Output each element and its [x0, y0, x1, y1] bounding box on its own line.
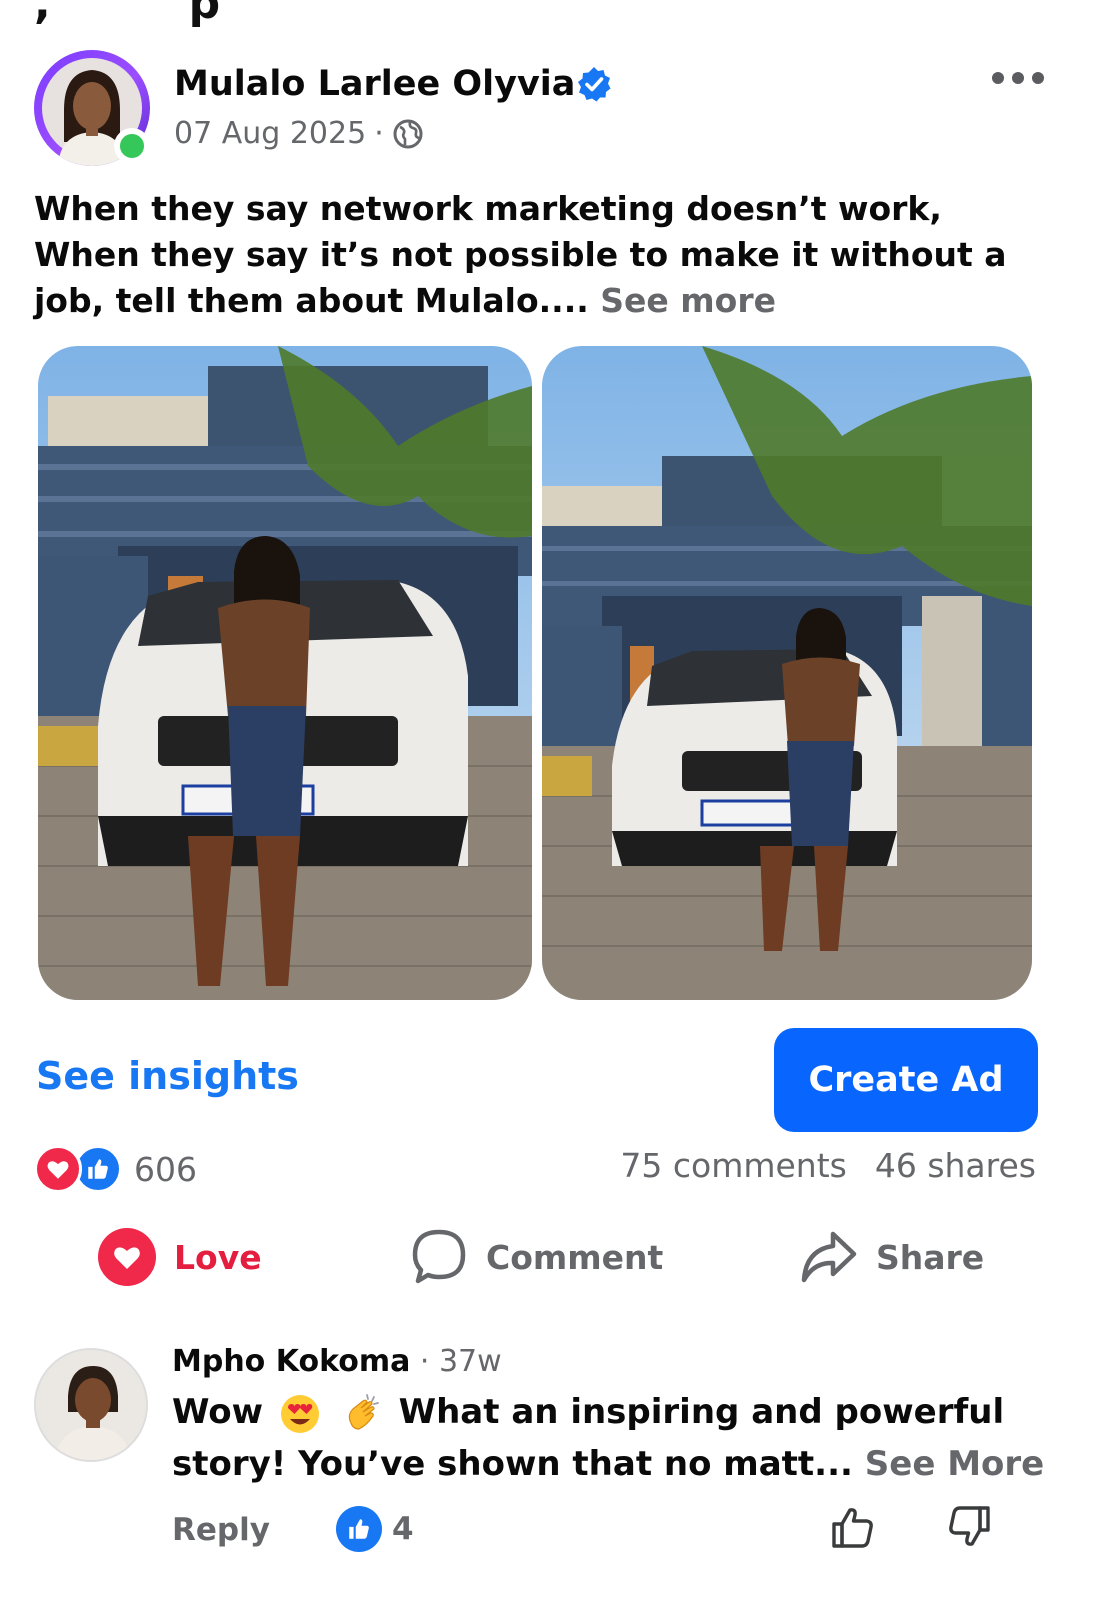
post-header: Mulalo Larlee Olyvia 07 Aug 2025 ·	[34, 50, 1044, 170]
comment-likes[interactable]: 4	[336, 1506, 414, 1552]
post-photo-2[interactable]	[542, 346, 1032, 1000]
shares-count[interactable]: 46 shares	[875, 1146, 1036, 1185]
comments-count[interactable]: 75 comments	[620, 1146, 846, 1185]
reactions-summary[interactable]: 606	[34, 1144, 197, 1194]
online-status-dot	[114, 128, 150, 164]
share-icon	[801, 1231, 857, 1283]
post-date[interactable]: 07 Aug 2025	[174, 116, 366, 151]
love-button[interactable]: Love	[98, 1224, 262, 1290]
see-insights-link[interactable]: See insights	[36, 1054, 299, 1098]
globe-icon	[393, 119, 423, 148]
commenter-avatar[interactable]	[34, 1348, 148, 1462]
comment-icon	[412, 1229, 466, 1284]
comment-button[interactable]: Comment	[410, 1224, 663, 1290]
post-text-line-end: job, tell them about Mulalo....	[34, 281, 601, 320]
verified-badge-icon	[578, 67, 611, 102]
comment-text-continued: What an inspiring and powerful	[398, 1392, 1005, 1432]
comment-item: Mpho Kokoma · 37w Wow What an inspiring …	[34, 1344, 1044, 1574]
post-body-text: When they say network marketing doesn’t …	[34, 186, 1044, 324]
reactions-count: 606	[134, 1149, 197, 1189]
author-name[interactable]: Mulalo Larlee Olyvia	[174, 64, 575, 104]
share-button[interactable]: Share	[800, 1224, 984, 1290]
comment-time[interactable]: · 37w	[410, 1344, 502, 1379]
reply-button[interactable]: Reply	[172, 1512, 270, 1548]
comment-text-start: Wow	[172, 1392, 264, 1432]
post-photo-1[interactable]	[38, 346, 532, 1000]
post-text-line: job, tell them about Mulalo.... See more	[34, 278, 1044, 324]
previous-content-fragment: , p	[34, 0, 221, 29]
author-avatar[interactable]	[34, 50, 150, 166]
post-action-bar: Love Comment Share	[0, 1224, 1094, 1290]
post-text-line: When they say network marketing doesn’t …	[34, 189, 942, 228]
create-ad-button[interactable]: Create Ad	[774, 1028, 1038, 1132]
meta-separator: ·	[374, 116, 384, 151]
post-text-line: When they say it’s not possible to make …	[34, 235, 1007, 274]
comment-like-count: 4	[392, 1511, 414, 1547]
comment-text-line2: story! You’ve shown that no matt...	[172, 1444, 865, 1484]
thumb-up-icon[interactable]	[830, 1504, 876, 1550]
more-options-icon[interactable]	[992, 68, 1044, 88]
comment-text: Wow What an inspiring and powerful story…	[172, 1386, 1044, 1490]
comment-header: Mpho Kokoma · 37w	[172, 1344, 502, 1379]
see-more-link[interactable]: See more	[600, 281, 776, 320]
love-label: Love	[174, 1237, 262, 1277]
comment-see-more-link[interactable]: See More	[865, 1444, 1044, 1484]
comment-text-line: story! You’ve shown that no matt... See …	[172, 1438, 1044, 1490]
commenter-name[interactable]: Mpho Kokoma	[172, 1344, 410, 1379]
clapping-hands-emoji	[348, 1393, 379, 1430]
love-icon	[98, 1228, 156, 1286]
post-meta: 07 Aug 2025 ·	[174, 116, 424, 151]
like-reaction-icon	[336, 1506, 382, 1552]
engagement-stats: 75 comments 46 shares	[620, 1146, 1036, 1185]
love-reaction-icon	[34, 1145, 82, 1193]
comment-text-line: Wow What an inspiring and powerful	[172, 1386, 1042, 1438]
comment-label: Comment	[486, 1237, 664, 1277]
thumb-down-icon[interactable]	[946, 1504, 992, 1550]
heart-eyes-emoji	[280, 1394, 319, 1433]
share-label: Share	[876, 1237, 985, 1277]
